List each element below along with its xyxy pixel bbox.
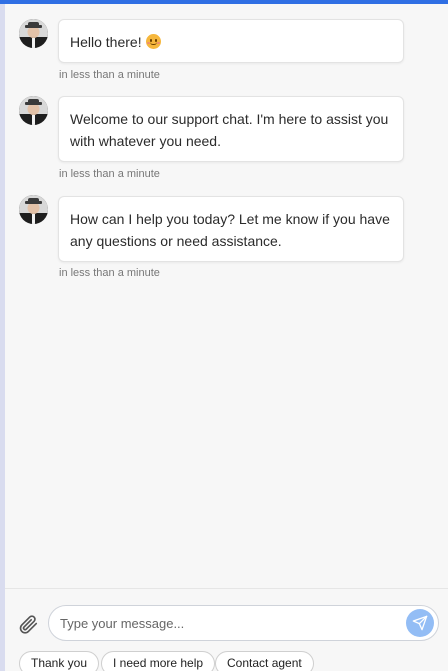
send-button[interactable] [406, 609, 434, 637]
quick-reply-need-more-help[interactable]: I need more help [101, 651, 216, 671]
agent-avatar [19, 195, 48, 224]
message-bubble: How can I help you today? Let me know if… [58, 196, 404, 262]
quick-reply-contact-agent[interactable]: Contact agent [215, 651, 314, 671]
message-composer: Thank you I need more help Contact agent [5, 588, 448, 671]
message-list[interactable]: Hello there! in less than a minute Welco… [5, 4, 448, 588]
message-input[interactable] [60, 606, 390, 640]
smiling-face-icon [145, 34, 161, 49]
message-input-wrapper [48, 605, 439, 641]
message-text: Hello there! [70, 34, 142, 50]
agent-avatar [19, 19, 48, 48]
message-bubble: Welcome to our support chat. I'm here to… [58, 96, 404, 162]
message-bubble: Hello there! [58, 19, 404, 63]
send-icon [412, 615, 428, 631]
message-timestamp: in less than a minute [59, 168, 160, 180]
quick-reply-thank-you[interactable]: Thank you [19, 651, 100, 671]
message-timestamp: in less than a minute [59, 69, 160, 81]
paperclip-icon[interactable] [17, 613, 39, 635]
agent-avatar [19, 96, 48, 125]
message-timestamp: in less than a minute [59, 267, 160, 279]
